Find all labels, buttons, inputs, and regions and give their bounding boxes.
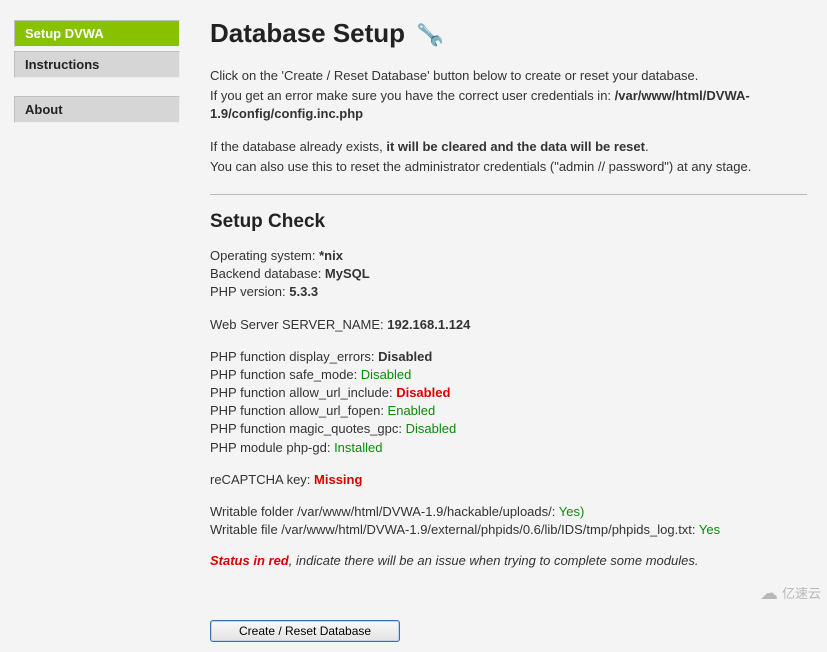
allow-url-fopen-value: Enabled bbox=[388, 403, 436, 418]
os-label: Operating system: bbox=[210, 248, 319, 263]
create-reset-button[interactable]: Create / Reset Database bbox=[210, 620, 400, 642]
allow-url-fopen-label: PHP function allow_url_fopen: bbox=[210, 403, 388, 418]
nav-about[interactable]: About bbox=[14, 96, 180, 123]
intro-line-4: You can also use this to reset the admin… bbox=[210, 158, 807, 176]
page-title-text: Database Setup bbox=[210, 18, 405, 48]
writable-folder-value: Yes) bbox=[559, 504, 585, 519]
server-info: Web Server SERVER_NAME: 192.168.1.124 bbox=[210, 316, 807, 334]
db-label: Backend database: bbox=[210, 266, 325, 281]
nav-instructions[interactable]: Instructions bbox=[14, 51, 180, 78]
watermark: ☁ 亿速云 bbox=[760, 583, 821, 602]
nav-setup[interactable]: Setup DVWA bbox=[14, 20, 180, 47]
intro-line-3: If the database already exists, it will … bbox=[210, 138, 807, 156]
wrench-icon: 🔧 bbox=[417, 21, 443, 48]
intro-line-1: Click on the 'Create / Reset Database' b… bbox=[210, 67, 807, 85]
page-title: Database Setup 🔧 bbox=[210, 18, 807, 49]
writable-file-label: Writable file /var/www/html/DVWA-1.9/ext… bbox=[210, 522, 699, 537]
os-value: *nix bbox=[319, 248, 343, 263]
server-value: 192.168.1.124 bbox=[387, 317, 470, 332]
php-gd-value: Installed bbox=[334, 440, 382, 455]
recaptcha-value: Missing bbox=[314, 472, 362, 487]
safe-mode-label: PHP function safe_mode: bbox=[210, 367, 361, 382]
server-label: Web Server SERVER_NAME: bbox=[210, 317, 387, 332]
status-red: Status in red bbox=[210, 553, 289, 568]
php-functions: PHP function display_errors: Disabled PH… bbox=[210, 348, 807, 457]
db-value: MySQL bbox=[325, 266, 370, 281]
display-errors-label: PHP function display_errors: bbox=[210, 349, 378, 364]
status-note: Status in red, indicate there will be an… bbox=[210, 553, 807, 568]
php-value: 5.3.3 bbox=[289, 284, 318, 299]
system-info: Operating system: *nix Backend database:… bbox=[210, 247, 807, 302]
allow-url-include-value: Disabled bbox=[396, 385, 450, 400]
cloud-icon: ☁ bbox=[760, 584, 778, 602]
main-content: Database Setup 🔧 Click on the 'Create / … bbox=[190, 0, 827, 652]
php-label: PHP version: bbox=[210, 284, 289, 299]
display-errors-value: Disabled bbox=[378, 349, 432, 364]
magic-quotes-label: PHP function magic_quotes_gpc: bbox=[210, 421, 406, 436]
writable-info: Writable folder /var/www/html/DVWA-1.9/h… bbox=[210, 503, 807, 539]
divider bbox=[210, 194, 807, 195]
sidebar: Setup DVWA Instructions About bbox=[0, 0, 190, 652]
magic-quotes-value: Disabled bbox=[406, 421, 457, 436]
watermark-text: 亿速云 bbox=[782, 583, 821, 602]
recaptcha-info: reCAPTCHA key: Missing bbox=[210, 471, 807, 489]
intro-block-1: Click on the 'Create / Reset Database' b… bbox=[210, 67, 807, 124]
status-msg: , indicate there will be an issue when t… bbox=[289, 553, 699, 568]
recaptcha-label: reCAPTCHA key: bbox=[210, 472, 314, 487]
intro-line-2: If you get an error make sure you have t… bbox=[210, 87, 807, 123]
writable-file-value: Yes bbox=[699, 522, 720, 537]
safe-mode-value: Disabled bbox=[361, 367, 412, 382]
intro-block-2: If the database already exists, it will … bbox=[210, 138, 807, 176]
allow-url-include-label: PHP function allow_url_include: bbox=[210, 385, 396, 400]
php-gd-label: PHP module php-gd: bbox=[210, 440, 334, 455]
setup-check-heading: Setup Check bbox=[210, 211, 807, 233]
writable-folder-label: Writable folder /var/www/html/DVWA-1.9/h… bbox=[210, 504, 559, 519]
